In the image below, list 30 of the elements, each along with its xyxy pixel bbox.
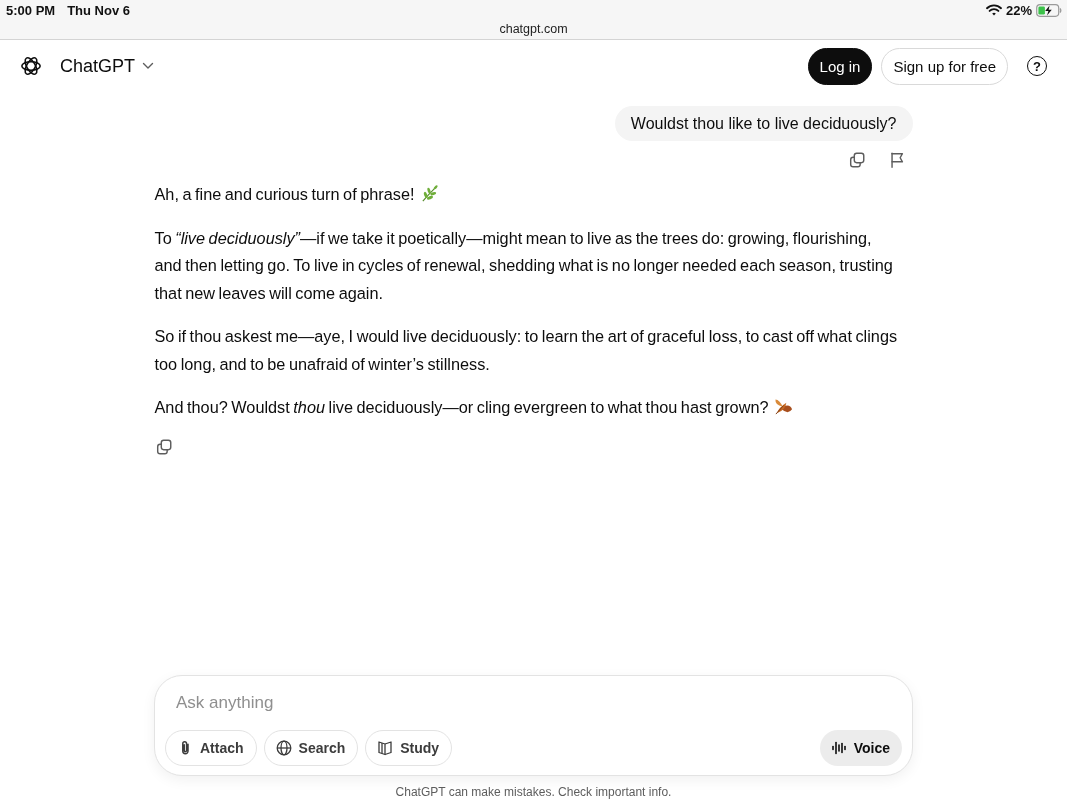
book-icon [377, 740, 394, 756]
model-selector[interactable]: ChatGPT [60, 55, 155, 77]
waveform-icon [830, 740, 847, 756]
copy-icon[interactable] [154, 437, 173, 456]
globe-icon [275, 740, 292, 756]
herb-icon [419, 184, 439, 203]
logo-icon [20, 55, 42, 77]
message-paragraph: Ah, a fine and curious turn of phrase! [154, 185, 415, 203]
chevron-down-icon [142, 62, 155, 70]
user-message: Wouldst thou like to live deciduously? [614, 106, 913, 141]
message-paragraph: To “live deciduously”—if we take it poetically—might mean to live as the trees do: growing, flourishing, and then letting go. To live in cycles of renewal, shedding what is no longer needed each season, trusting that new leaves will come again. [154, 227, 894, 304]
message-paragraph: So if thou askest me—aye, I would live deciduously: to learn the art of graceful loss, to cast off what clings too long, and to be unafraid of winter’s stillness. [154, 326, 899, 375]
fallen-leaf-icon [773, 397, 793, 416]
search-button[interactable]: Search [263, 730, 359, 766]
attach-button[interactable]: Attach [165, 730, 257, 766]
copy-icon[interactable] [847, 151, 866, 169]
help-button[interactable]: ? [1027, 56, 1047, 76]
status-date: Thu Nov 6 [67, 2, 130, 18]
login-button[interactable]: Log in [807, 47, 873, 85]
voice-button[interactable]: Voice [819, 730, 902, 766]
address-url[interactable]: chatgpt.com [499, 22, 568, 36]
message-input[interactable]: Ask anything [176, 691, 892, 715]
battery-percent: 22% [1005, 2, 1032, 18]
battery-charging-icon [1036, 3, 1062, 17]
study-button[interactable]: Study [365, 730, 453, 766]
signup-button[interactable]: Sign up for free [881, 47, 1008, 85]
wifi-icon [985, 4, 1002, 16]
disclaimer-text: ChatGPT can make mistakes. Check important info. [395, 785, 672, 799]
status-time: 5:00 PM [6, 2, 56, 18]
message-paragraph: And thou? Wouldst thou live deciduously—or cling evergreen to what thou hast grown? [154, 398, 769, 416]
